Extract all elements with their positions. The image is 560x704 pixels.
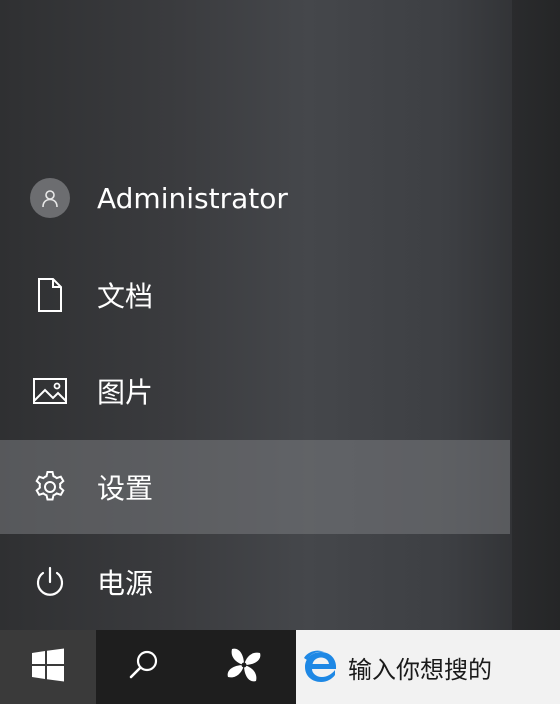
power-icon [28, 560, 72, 604]
search-icon [127, 648, 161, 687]
search-box-placeholder: 输入你想搜的 [348, 655, 492, 684]
menu-item-settings-label: 设置 [97, 472, 154, 505]
start-menu-tiles-edge [512, 0, 560, 630]
taskbar-search-button[interactable] [96, 630, 192, 704]
user-avatar-icon [28, 176, 72, 220]
pinwheel-app-icon [222, 643, 266, 692]
menu-item-pictures-label: 图片 [97, 376, 154, 409]
windows-logo-icon [31, 648, 65, 687]
menu-item-documents-label: 文档 [97, 280, 154, 313]
edge-icon [302, 648, 340, 686]
menu-item-power[interactable]: 电源 [0, 535, 510, 629]
start-button[interactable] [0, 630, 96, 704]
gear-icon [28, 465, 72, 509]
taskbar-search-box[interactable]: 输入你想搜的 [296, 630, 560, 704]
start-menu: Administrator 文档 图片 设置 电源 [0, 0, 560, 630]
taskbar: 输入你想搜的 [0, 630, 560, 704]
menu-item-user[interactable]: Administrator [0, 151, 510, 245]
taskbar-app-button[interactable] [192, 630, 296, 704]
menu-item-pictures[interactable]: 图片 [0, 344, 510, 438]
document-icon [28, 273, 72, 317]
menu-item-settings[interactable]: 设置 [0, 440, 510, 534]
menu-item-power-label: 电源 [97, 567, 154, 600]
pictures-icon [28, 369, 72, 413]
menu-item-documents[interactable]: 文档 [0, 248, 510, 342]
menu-item-user-label: Administrator [97, 181, 288, 215]
